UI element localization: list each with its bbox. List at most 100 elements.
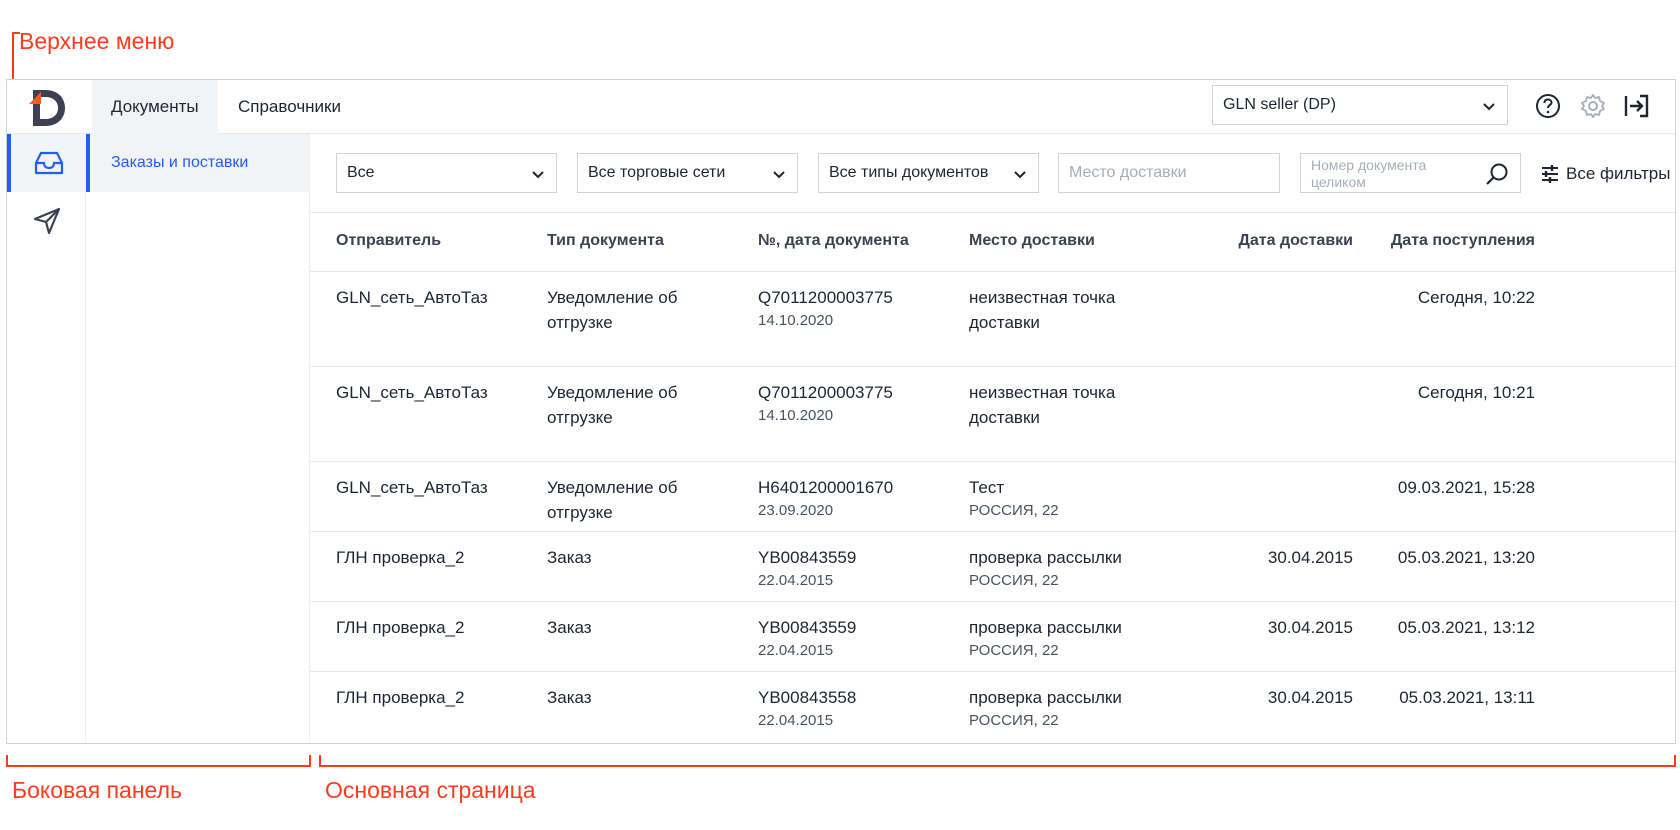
chevron-down-icon bbox=[1014, 171, 1026, 179]
cell-received: 09.03.2021, 15:28 bbox=[1397, 478, 1535, 497]
cell-doc-type: Заказ bbox=[547, 618, 592, 637]
gln-select-value: GLN seller (DP) bbox=[1223, 96, 1336, 113]
cell-doc-date: 23.09.2020 bbox=[758, 502, 834, 519]
cell-doc-type: Уведомление об отгрузке bbox=[547, 288, 678, 332]
gear-icon[interactable] bbox=[1578, 91, 1608, 121]
tab-references[interactable]: Справочники bbox=[219, 80, 360, 134]
annotation-top-menu-bracket-tick-top bbox=[12, 32, 20, 34]
all-filters-label: Все фильтры bbox=[1566, 164, 1671, 183]
cell-doc-number: YB00843559 bbox=[758, 618, 857, 637]
top-menu: Документы Справочники GLN seller (DP) bbox=[7, 80, 1675, 134]
cell-delivery-date: 30.04.2015 bbox=[1267, 688, 1353, 707]
gln-select[interactable]: GLN seller (DP) bbox=[1212, 85, 1508, 125]
cell-sender: ГЛН проверка_2 bbox=[336, 548, 465, 567]
cell-delivery-date: 30.04.2015 bbox=[1267, 618, 1353, 637]
row-divider bbox=[310, 671, 1675, 672]
cell-received: 05.03.2021, 13:12 bbox=[1397, 618, 1535, 637]
status-filter-value: Все bbox=[347, 164, 375, 181]
inbox-icon bbox=[34, 151, 63, 175]
doc-type-filter-value: Все типы документов bbox=[829, 164, 989, 181]
sidebar-item-inbox[interactable] bbox=[7, 134, 86, 192]
chevron-down-icon bbox=[1483, 103, 1495, 111]
cell-doc-type: Заказ bbox=[547, 548, 592, 567]
row-divider bbox=[310, 601, 1675, 602]
row-divider bbox=[310, 366, 1675, 367]
app-window: Документы Справочники GLN seller (DP) За… bbox=[6, 79, 1676, 744]
cell-sender: GLN_сеть_АвтоТаз bbox=[336, 383, 488, 402]
cell-place: проверка рассылки bbox=[969, 618, 1122, 637]
annotation-sidebar-bracket-tick-left bbox=[6, 755, 8, 767]
retail-network-filter[interactable]: Все торговые сети bbox=[577, 153, 798, 193]
cell-received: 05.03.2021, 13:20 bbox=[1397, 548, 1535, 567]
col-header-doc-type[interactable]: Тип документа bbox=[547, 232, 664, 250]
send-icon bbox=[33, 207, 60, 235]
main-page: Все Все торговые сети Все типы документо… bbox=[310, 134, 1675, 743]
help-icon[interactable] bbox=[1533, 91, 1563, 121]
sidebar-item-orders[interactable]: Заказы и поставки bbox=[86, 134, 310, 192]
cell-sender: GLN_сеть_АвтоТаз bbox=[336, 288, 488, 307]
logout-icon[interactable] bbox=[1622, 91, 1652, 121]
cell-doc-number: H6401200001670 bbox=[758, 478, 894, 497]
annotation-sidebar-bracket bbox=[6, 765, 311, 767]
cell-place-sub: РОССИЯ, 22 bbox=[969, 712, 1059, 729]
cell-place: неизвестная точка доставки bbox=[969, 288, 1116, 332]
doc-number-search[interactable]: Номер документа целиком bbox=[1300, 153, 1521, 193]
header-divider bbox=[310, 271, 1675, 272]
filters-divider bbox=[310, 212, 1675, 213]
cell-place-sub: РОССИЯ, 22 bbox=[969, 502, 1059, 519]
cell-doc-date: 14.10.2020 bbox=[758, 407, 834, 424]
sidebar-rail bbox=[7, 134, 86, 743]
cell-doc-date: 22.04.2015 bbox=[758, 712, 834, 729]
doc-type-filter[interactable]: Все типы документов bbox=[818, 153, 1039, 193]
annotation-main-bracket-tick-left bbox=[319, 755, 321, 767]
cell-doc-type: Уведомление об отгрузке bbox=[547, 478, 678, 522]
cell-sender: ГЛН проверка_2 bbox=[336, 688, 465, 707]
all-filters-button[interactable]: Все фильтры bbox=[1540, 156, 1670, 192]
delivery-place-input[interactable]: Место доставки bbox=[1058, 153, 1280, 193]
sidebar-item-send[interactable] bbox=[7, 192, 86, 250]
tab-documents[interactable]: Документы bbox=[92, 80, 218, 134]
annotation-sidebar-bracket-tick-right bbox=[309, 755, 311, 767]
annotation-top-menu: Верхнее меню bbox=[19, 28, 175, 54]
retail-network-filter-value: Все торговые сети bbox=[588, 164, 726, 181]
cell-sender: ГЛН проверка_2 bbox=[336, 618, 465, 637]
chevron-down-icon bbox=[773, 171, 785, 179]
cell-doc-number: Q7011200003775 bbox=[758, 288, 893, 307]
search-icon[interactable] bbox=[1484, 161, 1510, 187]
cell-place: проверка рассылки bbox=[969, 548, 1122, 567]
cell-doc-date: 22.04.2015 bbox=[758, 642, 834, 659]
annotation-main-page: Основная страница bbox=[325, 777, 536, 803]
col-header-received-date[interactable]: Дата поступления bbox=[1373, 232, 1535, 250]
cell-received: 05.03.2021, 13:11 bbox=[1399, 688, 1535, 707]
cell-place: неизвестная точка доставки bbox=[969, 383, 1116, 427]
cell-place-sub: РОССИЯ, 22 bbox=[969, 572, 1059, 589]
cell-sender: GLN_сеть_АвтоТаз bbox=[336, 478, 488, 497]
cell-received: Сегодня, 10:22 bbox=[1417, 288, 1535, 307]
annotation-main-bracket-tick-right bbox=[1674, 755, 1676, 767]
cell-received: Сегодня, 10:21 bbox=[1417, 383, 1535, 402]
col-header-sender[interactable]: Отправитель bbox=[336, 232, 441, 250]
cell-doc-number: Q7011200003775 bbox=[758, 383, 893, 402]
cell-place: Тест bbox=[969, 478, 1005, 497]
status-filter[interactable]: Все bbox=[336, 153, 557, 193]
d-logo-icon[interactable] bbox=[27, 86, 67, 130]
col-header-delivery-date[interactable]: Дата доставки bbox=[1210, 232, 1353, 250]
cell-doc-date: 22.04.2015 bbox=[758, 572, 834, 589]
row-divider bbox=[310, 461, 1675, 462]
cell-doc-type: Заказ bbox=[547, 688, 592, 707]
doc-number-placeholder: Номер документа целиком bbox=[1311, 157, 1427, 190]
sidebar-subnav: Заказы и поставки bbox=[86, 134, 310, 743]
cell-place-sub: РОССИЯ, 22 bbox=[969, 642, 1059, 659]
filter-sliders-icon bbox=[1542, 165, 1558, 183]
cell-doc-number: YB00843559 bbox=[758, 548, 857, 567]
cell-doc-type: Уведомление об отгрузке bbox=[547, 383, 678, 427]
col-header-doc-number[interactable]: №, дата документа bbox=[758, 232, 909, 250]
cell-doc-date: 14.10.2020 bbox=[758, 312, 834, 329]
col-header-delivery-place[interactable]: Место доставки bbox=[969, 232, 1095, 250]
chevron-down-icon bbox=[532, 171, 544, 179]
cell-doc-number: YB00843558 bbox=[758, 688, 857, 707]
annotation-sidebar: Боковая панель bbox=[12, 777, 182, 803]
annotation-main-bracket bbox=[319, 765, 1676, 767]
row-divider bbox=[310, 531, 1675, 532]
cell-delivery-date: 30.04.2015 bbox=[1267, 548, 1353, 567]
